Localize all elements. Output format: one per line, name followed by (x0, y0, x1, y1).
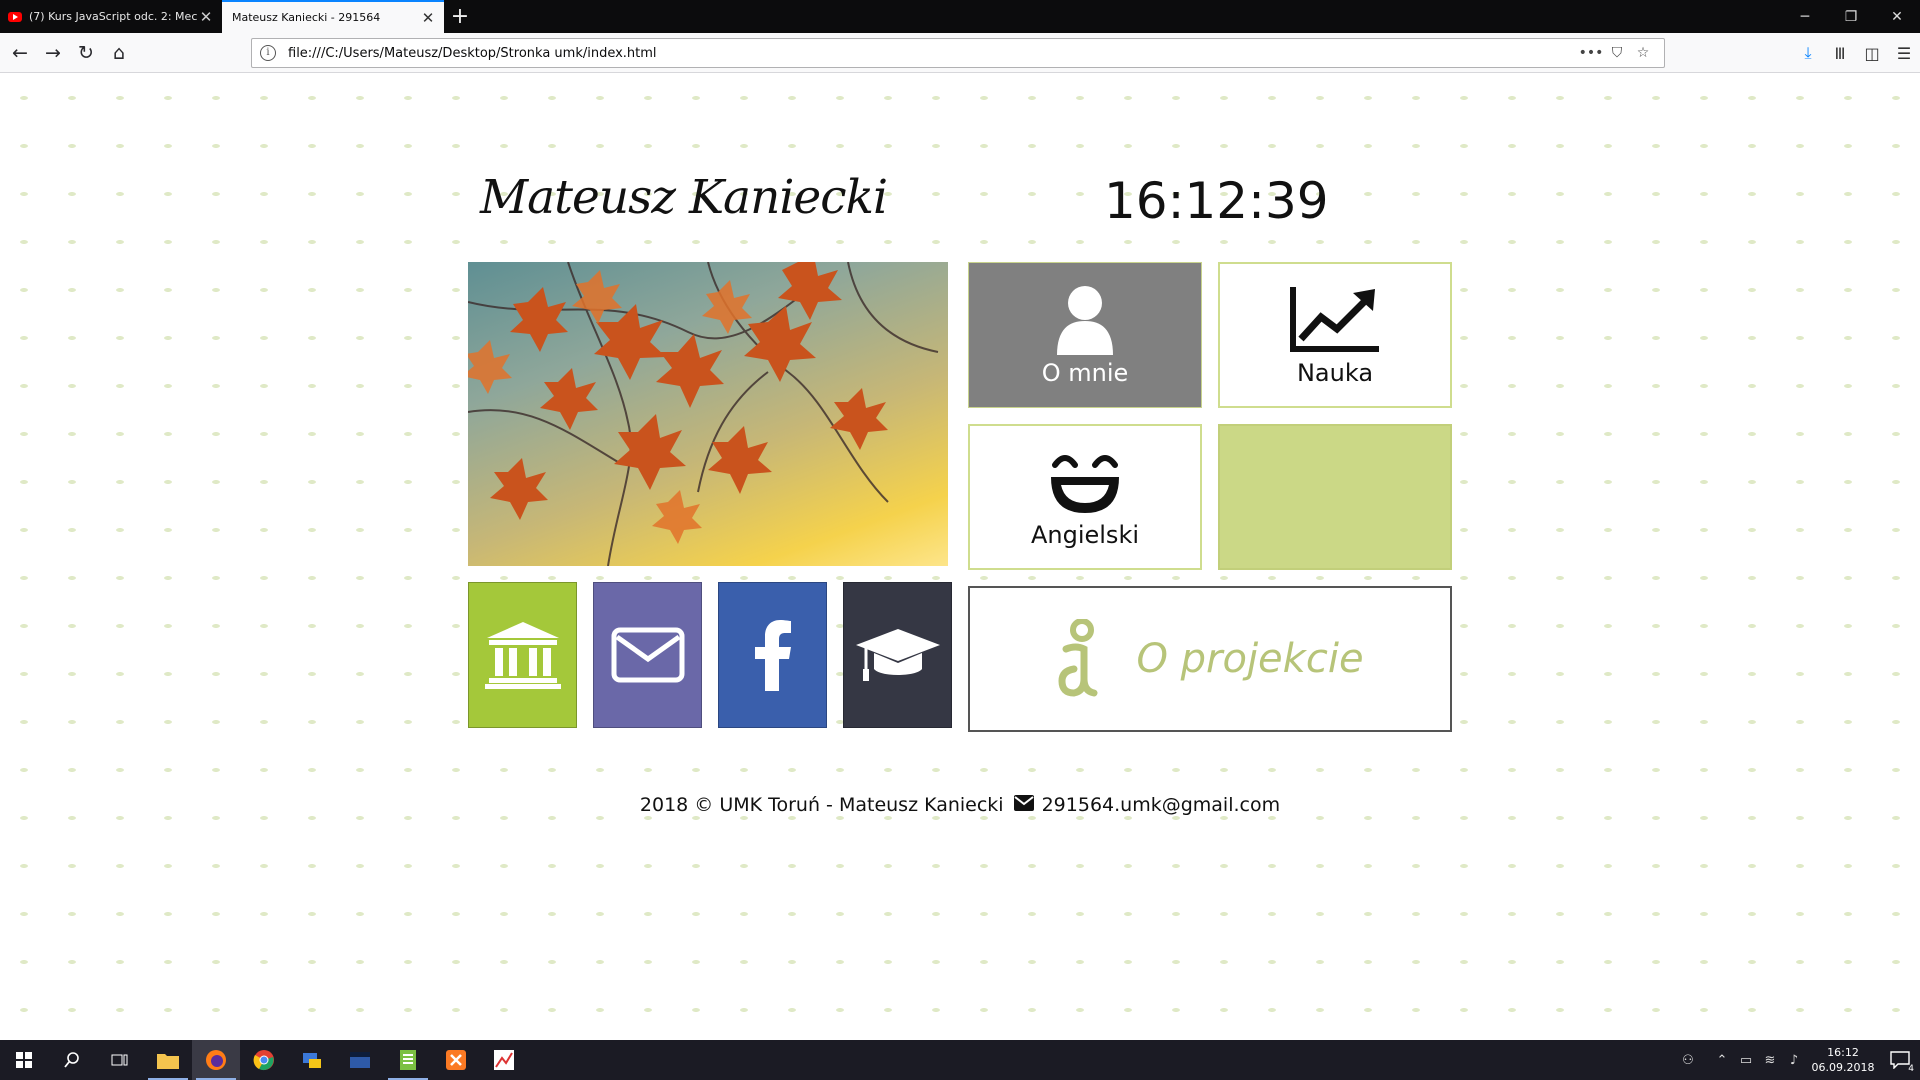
footer: 2018 © UMK Toruń - Mateusz Kaniecki 2915… (0, 794, 1920, 816)
autumn-leaves-image (468, 262, 948, 566)
education-button[interactable] (843, 582, 952, 728)
university-icon (484, 622, 561, 689)
notification-count: 4 (1908, 1064, 1914, 1074)
user-icon (1057, 286, 1113, 355)
envelope-icon (1013, 794, 1034, 816)
search-icon (64, 1052, 79, 1068)
bookmark-star-icon[interactable]: ☆ (1630, 45, 1656, 61)
facebook-button[interactable] (718, 582, 827, 728)
close-tab-icon[interactable]: ✕ (198, 9, 214, 25)
url-text[interactable]: file:///C:/Users/Mateusz/Desktop/Stronka… (288, 46, 1578, 61)
dev-icon (350, 1052, 370, 1068)
tile-nauka[interactable]: Nauka (1218, 262, 1452, 408)
line-chart-icon (1290, 287, 1379, 352)
chrome-icon (253, 1050, 274, 1071)
pocket-icon[interactable]: ⛉ (1604, 45, 1630, 61)
file-explorer-button[interactable] (144, 1040, 192, 1080)
firefox-button[interactable] (192, 1040, 240, 1080)
downloads-icon[interactable]: ⤓ (1792, 37, 1824, 69)
network-app-icon (303, 1053, 321, 1068)
notepad-icon (400, 1050, 416, 1070)
forward-button[interactable]: → (37, 37, 69, 69)
tile-o-mnie[interactable]: O mnie (968, 262, 1202, 408)
tile-angielski[interactable]: Angielski (968, 424, 1202, 570)
search-button[interactable] (48, 1040, 96, 1080)
task-view-button[interactable] (96, 1040, 144, 1080)
info-icon[interactable]: i (260, 45, 276, 61)
system-tray: ⚇ ⌃ ▭ ≋ ♪ 16:12 06.09.2018 4 (1676, 1040, 1920, 1080)
people-icon[interactable]: ⚇ (1676, 1053, 1700, 1068)
university-button[interactable] (468, 582, 577, 728)
wifi-icon[interactable]: ≋ (1758, 1053, 1782, 1068)
restore-icon[interactable]: ❐ (1828, 0, 1874, 33)
site-title: Mateusz Kaniecki (480, 170, 888, 225)
laugh-face-icon (1051, 455, 1119, 513)
library-icon[interactable]: Ⅲ (1824, 37, 1856, 69)
envelope-icon (611, 627, 684, 683)
taskbar-time: 16:12 (1827, 1046, 1859, 1059)
start-button[interactable] (0, 1040, 48, 1080)
folder-icon (157, 1054, 179, 1069)
tab-title: Mateusz Kaniecki - 291564 (232, 11, 381, 24)
notifications-icon (1890, 1051, 1910, 1069)
tile-label: Nauka (1296, 359, 1374, 387)
minimize-icon[interactable]: ─ (1782, 0, 1828, 33)
youtube-icon (8, 11, 22, 22)
new-tab-button[interactable]: + (444, 0, 476, 33)
reload-button[interactable]: ↻ (70, 37, 102, 69)
mail-button[interactable] (593, 582, 702, 728)
close-tab-icon[interactable]: ✕ (420, 10, 436, 26)
sidebar-icon[interactable]: ◫ (1856, 37, 1888, 69)
battery-icon[interactable]: ▭ (1734, 1053, 1758, 1068)
tile-empty[interactable] (1218, 424, 1452, 570)
navigation-bar: ← → ↻ ⌂ i file:///C:/Users/Mateusz/Deskt… (0, 33, 1920, 73)
home-button[interactable]: ⌂ (103, 37, 135, 69)
chrome-button[interactable] (240, 1040, 288, 1080)
tab-strip: (7) Kurs JavaScript odc. 2: Mech ✕ Mateu… (0, 0, 1920, 33)
chart-app-button[interactable] (480, 1040, 528, 1080)
firefox-icon (206, 1050, 226, 1070)
footer-copyright: 2018 © UMK Toruń - Mateusz Kaniecki (639, 794, 1004, 816)
clock: 16:12:39 (1104, 172, 1329, 230)
tile-label: O mnie (1041, 359, 1129, 387)
windows-icon (16, 1052, 32, 1068)
info-icon (1058, 619, 1098, 697)
tab-title: (7) Kurs JavaScript odc. 2: Mech (29, 10, 198, 23)
graduation-cap-icon (855, 629, 940, 681)
notepad-button[interactable] (384, 1040, 432, 1080)
notification-center-button[interactable]: 4 (1880, 1040, 1920, 1080)
menu-icon[interactable]: ☰ (1888, 37, 1920, 69)
page-actions-icon[interactable]: ••• (1578, 45, 1604, 61)
dev-app-button[interactable] (336, 1040, 384, 1080)
network-app-button[interactable] (288, 1040, 336, 1080)
xampp-icon (446, 1050, 466, 1070)
about-project-label: O projekcie (1136, 636, 1364, 682)
close-window-icon[interactable]: ✕ (1874, 0, 1920, 33)
tile-label: Angielski (1030, 521, 1140, 549)
taskbar-date: 06.09.2018 (1811, 1061, 1875, 1074)
chart-app-icon (494, 1050, 514, 1070)
about-project-button[interactable]: O projekcie (968, 586, 1452, 732)
volume-icon[interactable]: ♪ (1782, 1053, 1806, 1068)
footer-email[interactable]: 291564.umk@gmail.com (1042, 794, 1281, 816)
tab-youtube[interactable]: (7) Kurs JavaScript odc. 2: Mech ✕ (0, 0, 222, 33)
taskbar: ⚇ ⌃ ▭ ≋ ♪ 16:12 06.09.2018 4 (0, 1040, 1920, 1080)
back-button[interactable]: ← (4, 37, 36, 69)
taskbar-clock[interactable]: 16:12 06.09.2018 (1806, 1045, 1880, 1075)
xampp-button[interactable] (432, 1040, 480, 1080)
chevron-up-icon[interactable]: ⌃ (1710, 1053, 1734, 1068)
tab-mateusz[interactable]: Mateusz Kaniecki - 291564 ✕ (222, 0, 444, 33)
facebook-icon (754, 620, 791, 691)
address-bar[interactable]: i file:///C:/Users/Mateusz/Desktop/Stron… (251, 38, 1665, 68)
page-viewport: Mateusz Kaniecki 16:12:39 O mnie Nauka A… (0, 74, 1920, 1040)
task-view-icon (111, 1054, 128, 1066)
